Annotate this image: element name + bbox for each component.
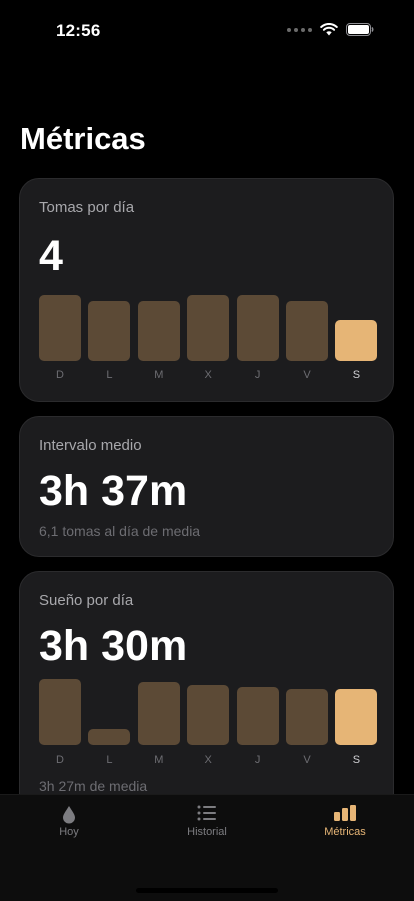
bar-J: [236, 687, 279, 745]
bar-S: [335, 320, 378, 361]
axis-tick-label: V: [303, 369, 311, 381]
axis-tick-label: M: [154, 754, 164, 766]
axis-tick-label: V: [303, 754, 311, 766]
card-note: 6,1 tomas al día de media: [39, 523, 201, 539]
bar-V: [286, 301, 328, 361]
doses-chart-axis: DLMXJVS: [39, 369, 377, 383]
card-label: Tomas por día: [39, 199, 135, 216]
axis-tick-label: D: [56, 369, 64, 381]
axis-tick-label: M: [154, 369, 164, 381]
bar-M: [137, 682, 180, 745]
home-indicator: [136, 888, 278, 893]
metrics-scroll-area[interactable]: 12:56 Métricas Tomas por día 4 D L M X J V S I…: [0, 0, 414, 794]
bar-V: [286, 689, 328, 745]
doses-bar-chart: [39, 295, 378, 361]
card-value: 3h 37m: [39, 467, 188, 515]
bar-J: [236, 295, 279, 361]
battery-icon: [346, 23, 374, 36]
tab-hoy[interactable]: Hoy: [0, 795, 138, 855]
card-label: Intervalo medio: [39, 437, 142, 454]
bar-D: [39, 679, 81, 745]
axis-tick-label: J: [254, 754, 261, 766]
bar-L: [88, 301, 131, 361]
wifi-icon: [320, 23, 338, 36]
axis-tick-label: S: [352, 754, 361, 766]
status-icons: [287, 23, 374, 36]
bar-L: [88, 729, 131, 745]
axis-tick-label: X: [204, 754, 212, 766]
bar-X: [187, 685, 230, 745]
doses-per-day-card: Tomas por día 4 D L M X J V S: [19, 178, 394, 402]
tab-bar: Hoy Historial Métricas: [0, 794, 414, 901]
axis-tick-label: D: [56, 754, 64, 766]
card-note: 3h 27m de media: [39, 778, 148, 794]
axis-tick-label: S: [352, 369, 361, 381]
card-value: 3h 30m: [39, 622, 188, 670]
bar-chart-icon: [334, 805, 356, 821]
drop-icon: [63, 806, 75, 824]
card-label: Sueño por día: [39, 592, 134, 609]
bar-D: [39, 295, 81, 361]
status-bar: 12:56: [0, 0, 414, 60]
tab-metricas[interactable]: Métricas: [276, 795, 414, 855]
cellular-signal-icon: [287, 27, 312, 32]
page-title: Métricas: [20, 121, 146, 156]
status-time: 12:56: [56, 21, 101, 40]
sleep-bar-chart: [39, 679, 378, 745]
axis-tick-label: L: [106, 369, 113, 381]
tab-label: Métricas: [324, 826, 366, 838]
sleep-chart-axis: DLMXJVS: [39, 754, 377, 768]
list-icon: [197, 805, 216, 821]
tab-label: Hoy: [59, 826, 79, 838]
bar-X: [187, 295, 230, 361]
tab-label: Historial: [187, 826, 227, 838]
average-interval-card: Intervalo medio 3h 37m 6,1 tomas al día …: [19, 416, 394, 557]
bar-M: [137, 301, 180, 361]
axis-tick-label: J: [254, 369, 261, 381]
card-value: 4: [39, 232, 63, 280]
axis-tick-label: X: [204, 369, 212, 381]
sleep-per-day-card: Sueño por día 3h 30m D L M X J V S 3h 27m de m…: [19, 571, 394, 794]
axis-tick-label: L: [106, 754, 113, 766]
bar-S: [335, 689, 378, 745]
tab-historial[interactable]: Historial: [138, 795, 276, 855]
